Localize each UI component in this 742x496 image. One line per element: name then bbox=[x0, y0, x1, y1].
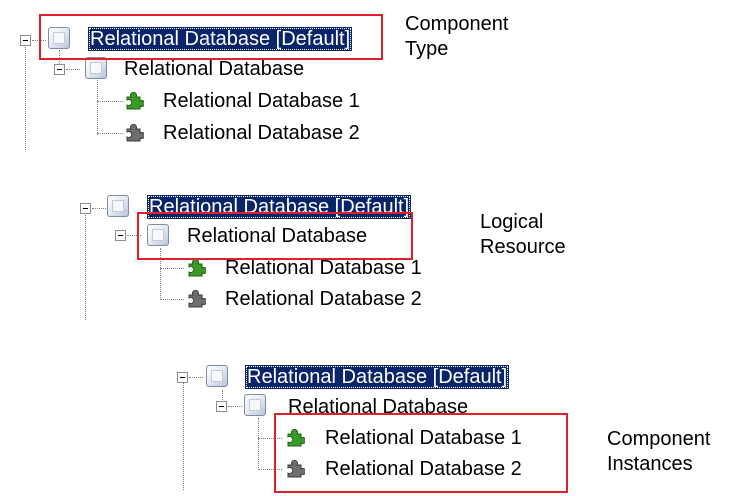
component-cube-icon bbox=[85, 57, 107, 79]
puzzle-gray-icon bbox=[126, 123, 144, 142]
tree-connector bbox=[228, 406, 242, 407]
tree-node-instance-2[interactable]: Relational Database 2 bbox=[163, 121, 360, 145]
callout-component-instances: Component Instances bbox=[607, 427, 710, 477]
tree-guide-line bbox=[25, 40, 26, 150]
puzzle-gray-icon bbox=[188, 289, 206, 308]
collapse-minus-icon[interactable] bbox=[177, 372, 188, 383]
collapse-minus-icon[interactable] bbox=[80, 203, 91, 214]
callout-line: Component bbox=[405, 13, 509, 35]
callout-line: Logical bbox=[480, 211, 544, 233]
puzzle-green-icon bbox=[126, 91, 144, 110]
component-cube-icon bbox=[107, 195, 129, 217]
collapse-minus-icon[interactable] bbox=[115, 230, 126, 241]
tree-guide-line bbox=[183, 380, 184, 490]
tree-connector bbox=[189, 377, 203, 378]
component-cube-icon bbox=[244, 394, 266, 416]
tree-guide-line bbox=[258, 418, 259, 470]
collapse-minus-icon[interactable] bbox=[216, 401, 227, 412]
callout-line: Instances bbox=[607, 453, 693, 475]
callout-logical-resource: Logical Resource bbox=[480, 210, 566, 260]
collapse-minus-icon[interactable] bbox=[20, 35, 31, 46]
tree-node-instance-2[interactable]: Relational Database 2 bbox=[225, 287, 422, 311]
tree-connector bbox=[97, 101, 123, 102]
callout-component-type: Component Type bbox=[405, 12, 508, 62]
tree-node-component-type[interactable]: Relational Database [Default] bbox=[245, 365, 510, 389]
highlight-box-component-instances bbox=[274, 413, 568, 493]
collapse-minus-icon[interactable] bbox=[54, 64, 65, 75]
tree-guide-line bbox=[85, 210, 86, 320]
tree-connector bbox=[160, 268, 184, 269]
tree-node-instance-1[interactable]: Relational Database 1 bbox=[163, 89, 360, 113]
tree-node-logical-resource[interactable]: Relational Database bbox=[124, 57, 304, 81]
tree-connector bbox=[92, 208, 106, 209]
tree-connector bbox=[66, 69, 80, 70]
highlight-box-component-type bbox=[39, 14, 383, 60]
tree-connector bbox=[160, 299, 184, 300]
callout-line: Component bbox=[607, 428, 711, 450]
callout-line: Type bbox=[405, 38, 449, 60]
tree-guide-line bbox=[97, 80, 98, 135]
puzzle-green-icon bbox=[188, 258, 206, 277]
highlight-box-logical-resource bbox=[137, 212, 413, 260]
tree-connector bbox=[97, 133, 123, 134]
component-cube-icon bbox=[206, 365, 228, 387]
callout-line: Resource bbox=[480, 236, 566, 258]
